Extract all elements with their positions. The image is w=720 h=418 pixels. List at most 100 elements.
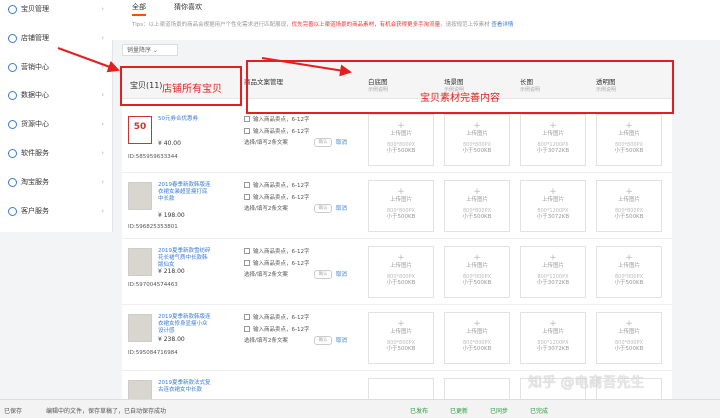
product-price: ¥ 238.00 bbox=[158, 336, 185, 343]
copy-option[interactable]: 输入商品卖点，6-12字 bbox=[244, 192, 330, 201]
chevron-right-icon: › bbox=[101, 34, 104, 42]
plus-icon: + bbox=[473, 319, 481, 329]
cancel-link[interactable]: 取消 bbox=[336, 336, 347, 344]
sort-select[interactable]: 销量降序 ⌄ bbox=[122, 44, 178, 56]
product-id: ID:595084716984 bbox=[128, 350, 178, 356]
upload-white-bg[interactable]: + 上传图片 800*800PX 小于500KB bbox=[368, 114, 434, 166]
chevron-right-icon: › bbox=[101, 149, 104, 157]
sidebar-item-data[interactable]: 数据中心 › bbox=[8, 88, 108, 102]
sidebar-item-shop-management[interactable]: 店铺管理 › bbox=[8, 31, 108, 45]
upload-long[interactable]: + 上传图片 800*1200PX 小于3072KB bbox=[520, 114, 586, 166]
tab-all[interactable]: 全部 bbox=[132, 0, 146, 16]
upload-white-bg[interactable]: + 上传图片 800*800PX 小于500KB bbox=[368, 246, 434, 298]
plus-icon: + bbox=[397, 253, 405, 263]
confirm-button[interactable]: 确认 bbox=[314, 138, 332, 147]
copy-option[interactable]: 输入商品卖点，6-12字 bbox=[244, 180, 330, 189]
chevron-right-icon: › bbox=[101, 178, 104, 186]
shop-icon bbox=[8, 33, 17, 43]
watermark: 知乎 @电商吾先生 bbox=[528, 375, 645, 391]
confirm-button[interactable]: 确认 bbox=[314, 204, 332, 213]
product-material-table: 宝贝(11) 商品文案管理 白底图 示例说明 场景图 示例说明 长图 示例说明 … bbox=[122, 64, 672, 417]
plus-icon: + bbox=[549, 187, 557, 197]
sidebar-item-software[interactable]: 软件服务 › bbox=[8, 146, 108, 160]
upload-transparent[interactable]: + 上传图片 800*800PX 小于500KB bbox=[596, 114, 662, 166]
chevron-right-icon: › bbox=[101, 5, 104, 13]
copy-select-label: 选择/填写2条文案 bbox=[244, 206, 288, 212]
upload-long[interactable]: + 上传图片 800*1200PX 小于3072KB bbox=[520, 180, 586, 232]
table-row: 2019夏季新款雪纺碎花长裙气质中长款韩版仙女 ¥ 218.00 ID:5970… bbox=[122, 242, 672, 305]
copy-option[interactable]: 输入商品卖点，6-12字 bbox=[244, 126, 330, 135]
upload-scene[interactable]: + 上传图片 800*800PX 小于500KB bbox=[444, 312, 510, 364]
product-price: ¥ 218.00 bbox=[158, 268, 185, 275]
checkbox[interactable] bbox=[244, 115, 250, 122]
product-thumbnail[interactable] bbox=[128, 314, 152, 342]
plus-icon: + bbox=[549, 253, 557, 263]
checkbox[interactable] bbox=[244, 325, 250, 332]
plus-icon: + bbox=[549, 319, 557, 329]
checkbox[interactable] bbox=[244, 181, 250, 188]
upload-scene[interactable]: + 上传图片 800*800PX 小于500KB bbox=[444, 114, 510, 166]
upload-long[interactable]: + 上传图片 800*1200PX 小于3072KB bbox=[520, 312, 586, 364]
upload-transparent[interactable]: + 上传图片 800*800PX 小于500KB bbox=[596, 312, 662, 364]
chevron-right-icon: › bbox=[101, 120, 104, 128]
product-name-link[interactable]: 2019夏季新款法式复古连衣裙女中长款 bbox=[158, 380, 212, 394]
sidebar-item-sourcing[interactable]: 货源中心 › bbox=[8, 117, 108, 131]
checkbox[interactable] bbox=[244, 193, 250, 200]
annotation-box-materials bbox=[246, 60, 674, 114]
plus-icon: + bbox=[473, 253, 481, 263]
upload-transparent[interactable]: + 上传图片 800*800PX 小于500KB bbox=[596, 180, 662, 232]
copy-select-label: 选择/填写2条文案 bbox=[244, 338, 288, 344]
confirm-button[interactable]: 确认 bbox=[314, 270, 332, 279]
top-bar: 全部 猜你喜欢 Tips：以上渠道场景的商品会根据用户个性化需求进行匹配展现，优… bbox=[112, 0, 720, 40]
copy-option[interactable]: 输入商品卖点，6-12字 bbox=[244, 258, 330, 267]
checkbox[interactable] bbox=[244, 247, 250, 254]
plus-icon: + bbox=[397, 319, 405, 329]
checkbox[interactable] bbox=[244, 313, 250, 320]
cancel-link[interactable]: 取消 bbox=[336, 204, 347, 212]
plus-icon: + bbox=[397, 121, 405, 131]
chevron-right-icon: › bbox=[101, 63, 104, 71]
sidebar-item-marketing[interactable]: 营销中心 › bbox=[8, 60, 108, 74]
upload-scene[interactable]: + 上传图片 800*800PX 小于500KB bbox=[444, 246, 510, 298]
product-name-link[interactable]: 2019夏季新款韩版连衣裙女修身显瘦小众设计感 bbox=[158, 314, 212, 335]
cancel-link[interactable]: 取消 bbox=[336, 138, 347, 146]
copy-select-label: 选择/填写2条文案 bbox=[244, 140, 288, 146]
sidebar-item-product-management[interactable]: 宝贝管理 › bbox=[8, 2, 108, 16]
product-id: ID:596825353801 bbox=[128, 224, 178, 230]
sidebar-item-customer-service[interactable]: 客户服务 › bbox=[8, 204, 108, 218]
upload-scene[interactable]: + 上传图片 800*800PX 小于500KB bbox=[444, 180, 510, 232]
copy-option[interactable]: 输入商品卖点，6-12字 bbox=[244, 324, 330, 333]
checkbox[interactable] bbox=[244, 259, 250, 266]
upload-long[interactable]: + 上传图片 800*1200PX 小于3072KB bbox=[520, 246, 586, 298]
product-thumbnail[interactable] bbox=[128, 248, 152, 276]
grid-icon bbox=[8, 148, 17, 158]
upload-transparent[interactable]: + 上传图片 800*800PX 小于500KB bbox=[596, 246, 662, 298]
checkbox[interactable] bbox=[244, 127, 250, 134]
plus-icon: + bbox=[625, 319, 633, 329]
product-price: ¥ 40.00 bbox=[158, 140, 181, 147]
chevron-right-icon: › bbox=[101, 91, 104, 99]
plus-icon: + bbox=[473, 187, 481, 197]
upload-white-bg[interactable]: + 上传图片 800*800PX 小于500KB bbox=[368, 180, 434, 232]
copy-option[interactable]: 输入商品卖点，6-12字 bbox=[244, 312, 330, 321]
tips-details-link[interactable]: 查看详情 bbox=[491, 22, 513, 28]
plus-icon: + bbox=[625, 121, 633, 131]
product-name-link[interactable]: 2019夏季新款雪纺碎花长裙气质中长款韩版仙女 bbox=[158, 248, 212, 269]
plus-icon: + bbox=[549, 121, 557, 131]
table-row: 2019春季新款韩版连衣裙女装超显瘦打底中长款 ¥ 198.00 ID:5968… bbox=[122, 176, 672, 239]
cancel-link[interactable]: 取消 bbox=[336, 270, 347, 278]
product-icon bbox=[8, 4, 17, 14]
tab-recommended[interactable]: 猜你喜欢 bbox=[174, 0, 202, 16]
product-name-link[interactable]: 2019春季新款韩版连衣裙女装超显瘦打底中长款 bbox=[158, 182, 212, 203]
left-sidebar: 宝贝管理 › 店铺管理 › 营销中心 › 数据中心 › 货源中心 › 软件服务 › 淘宝服务… bbox=[0, 0, 113, 232]
product-thumbnail[interactable] bbox=[128, 182, 152, 210]
copy-option[interactable]: 输入商品卖点，6-12字 bbox=[244, 246, 330, 255]
copy-option[interactable]: 输入商品卖点，6-12字 bbox=[244, 114, 330, 123]
product-name-link[interactable]: 50元券合优惠券 bbox=[158, 116, 212, 123]
product-thumbnail[interactable]: 50 bbox=[128, 116, 152, 144]
product-price: ¥ 198.00 bbox=[158, 212, 185, 219]
product-id: ID:585959633344 bbox=[128, 154, 178, 160]
sidebar-item-taobao-service[interactable]: 淘宝服务 › bbox=[8, 175, 108, 189]
confirm-button[interactable]: 确认 bbox=[314, 336, 332, 345]
upload-white-bg[interactable]: + 上传图片 800*800PX 小于500KB bbox=[368, 312, 434, 364]
